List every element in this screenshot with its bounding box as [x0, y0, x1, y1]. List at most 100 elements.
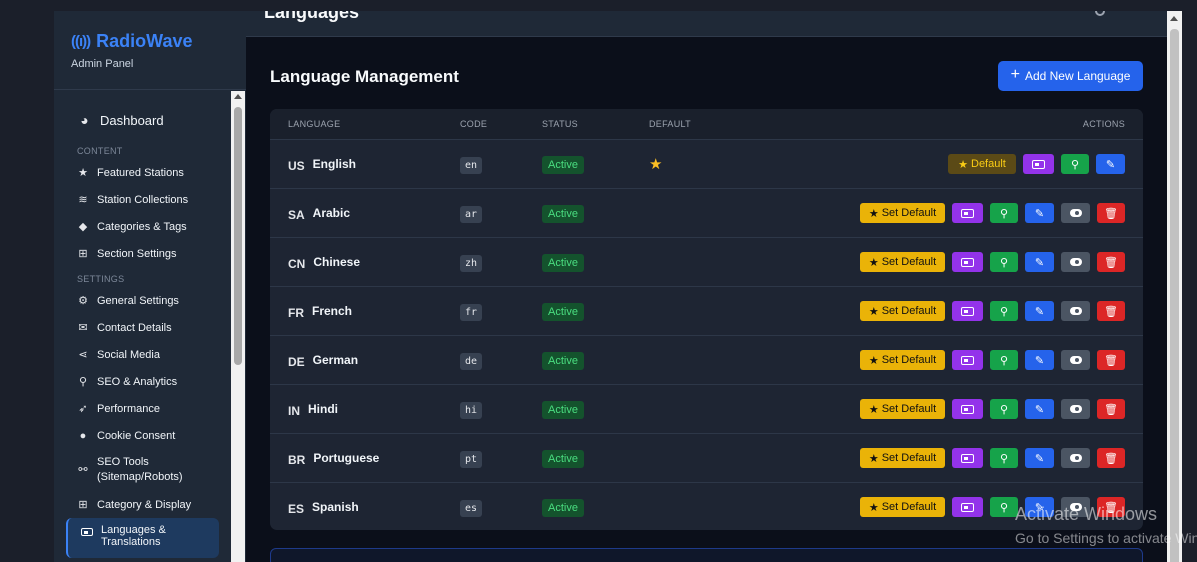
sidebar-item-label: Station Collections	[97, 193, 189, 206]
brand-title[interactable]: ((ı)) RadioWave	[71, 31, 246, 52]
sidebar-item-featured-stations[interactable]: ★ Featured Stations	[54, 159, 230, 186]
translations-button[interactable]	[952, 399, 983, 419]
seo-button[interactable]: ⚲	[990, 448, 1018, 468]
seo-button[interactable]: ⚲	[990, 203, 1018, 223]
delete-button[interactable]: 🗑	[1097, 252, 1125, 272]
delete-button[interactable]: 🗑	[1097, 301, 1125, 321]
translations-button[interactable]	[952, 203, 983, 223]
seo-button[interactable]: ⚲	[990, 350, 1018, 370]
set-default-button[interactable]: ★ Set Default	[860, 252, 945, 272]
status-cell: Active	[542, 449, 584, 468]
sidebar-item-languages-translations[interactable]: Languages & Translations	[66, 518, 219, 558]
set-default-button[interactable]: ★ Set Default	[860, 203, 945, 223]
translations-button[interactable]	[952, 497, 983, 517]
edit-button[interactable]: ✎	[1025, 301, 1054, 321]
search-icon: ⚲	[999, 354, 1009, 367]
flag-code: BR	[288, 452, 306, 467]
sidebar-item-performance[interactable]: ➶ Performance	[54, 395, 230, 422]
seo-button[interactable]: ⚲	[990, 252, 1018, 272]
sidebar-item-station-collections[interactable]: ≋ Station Collections	[54, 186, 230, 213]
set-default-button[interactable]: ★ Set Default	[860, 301, 945, 321]
brand: ((ı)) RadioWave Admin Panel	[54, 11, 246, 90]
sidebar-item-dashboard[interactable]: ◕ Dashboard	[54, 101, 230, 139]
user-menu-icon[interactable]	[1095, 11, 1105, 16]
sidebar-item-general-settings[interactable]: ⚙ General Settings	[54, 287, 230, 314]
scroll-thumb[interactable]	[234, 107, 242, 365]
translations-button[interactable]	[1023, 154, 1054, 174]
toggle-status-button[interactable]	[1061, 301, 1090, 321]
toggle-status-button[interactable]	[1061, 203, 1090, 223]
translations-button[interactable]	[952, 448, 983, 468]
set-default-label: Set Default	[881, 207, 937, 219]
sidebar-item-social-media[interactable]: ⋖ Social Media	[54, 341, 230, 368]
delete-button[interactable]: 🗑	[1097, 203, 1125, 223]
translations-button[interactable]	[952, 252, 983, 272]
sidebar: ((ı)) RadioWave Admin Panel ◕ Dashboard …	[54, 11, 246, 562]
scroll-up-arrow[interactable]	[1170, 16, 1178, 21]
page-scrollbar[interactable]	[1167, 11, 1182, 562]
translations-button[interactable]	[952, 301, 983, 321]
language-icon	[961, 453, 974, 463]
toggle-status-button[interactable]	[1061, 399, 1090, 419]
language-cell: ES Spanish	[288, 499, 359, 516]
label-line-1: SEO Tools	[97, 456, 149, 468]
delete-button[interactable]: 🗑	[1097, 448, 1125, 468]
scroll-thumb[interactable]	[1170, 29, 1179, 562]
row-actions: ★ Set Default ⚲ ✎ 🗑	[860, 252, 1125, 272]
toggle-status-button[interactable]	[1061, 448, 1090, 468]
seo-button[interactable]: ⚲	[990, 399, 1018, 419]
status-cell: Active	[542, 204, 584, 223]
language-icon	[961, 257, 974, 267]
sidebar-item-categories-tags[interactable]: ◆ Categories & Tags	[54, 213, 230, 240]
edit-button[interactable]: ✎	[1025, 203, 1054, 223]
language-icon	[961, 306, 974, 316]
sidebar-scrollbar[interactable]	[231, 91, 245, 562]
delete-button[interactable]: 🗑	[1097, 399, 1125, 419]
sidebar-item-label: General Settings	[97, 294, 179, 307]
default-label: Default	[971, 158, 1006, 170]
language-cell: IN Hindi	[288, 401, 338, 418]
sidebar-item-section-settings[interactable]: ⊞ Section Settings	[54, 240, 230, 267]
status-cell: Active	[542, 351, 584, 370]
row-actions: ★ Set Default ⚲ ✎ 🗑	[860, 448, 1125, 468]
sidebar-item-label: Section Settings	[97, 247, 177, 260]
brand-subtitle: Admin Panel	[71, 58, 134, 70]
sidebar-item-label: Categories & Tags	[97, 220, 187, 233]
edit-button[interactable]: ✎	[1025, 252, 1054, 272]
set-default-button[interactable]: ★ Set Default	[860, 399, 945, 419]
set-default-button[interactable]: ★ Set Default	[860, 497, 945, 517]
set-default-button[interactable]: ★ Set Default	[860, 448, 945, 468]
delete-button[interactable]: 🗑	[1097, 350, 1125, 370]
translations-button[interactable]	[952, 350, 983, 370]
seo-button[interactable]: ⚲	[990, 301, 1018, 321]
seo-button[interactable]: ⚲	[1061, 154, 1089, 174]
language-name: Chinese	[313, 255, 361, 269]
scroll-up-arrow[interactable]	[234, 94, 242, 99]
table-row: IN Hindi hi Active ★ Set Default ⚲ ✎ 🗑	[270, 384, 1143, 433]
language-code: hi	[460, 401, 483, 419]
edit-button[interactable]: ✎	[1096, 154, 1125, 174]
sidebar-item-seo-analytics[interactable]: ⚲ SEO & Analytics	[54, 368, 230, 395]
sidebar-item-category-display[interactable]: ⊞ Category & Display	[54, 491, 230, 518]
status-badge: Active	[542, 302, 584, 321]
sidebar-item-contact-details[interactable]: ✉ Contact Details	[54, 314, 230, 341]
edit-button[interactable]: ✎	[1025, 448, 1054, 468]
set-default-button[interactable]: ★ Set Default	[860, 350, 945, 370]
toggle-status-button[interactable]	[1061, 350, 1090, 370]
language-name: German	[312, 353, 359, 367]
edit-button[interactable]: ✎	[1025, 399, 1054, 419]
sidebar-item-cookie-consent[interactable]: ● Cookie Consent	[54, 422, 230, 449]
code-cell: es	[460, 498, 483, 517]
add-language-button[interactable]: + Add New Language	[998, 61, 1143, 91]
seo-button[interactable]: ⚲	[990, 497, 1018, 517]
star-icon: ★	[868, 501, 879, 514]
toggle-status-button[interactable]	[1061, 252, 1090, 272]
language-cell: CN Chinese	[288, 254, 360, 271]
edit-button[interactable]: ✎	[1025, 350, 1054, 370]
flag-code: FR	[288, 305, 304, 320]
code-cell: hi	[460, 400, 483, 419]
label-line-2: Translations	[101, 536, 161, 548]
language-icon	[961, 404, 974, 414]
table-row: SA Arabic ar Active ★ Set Default ⚲ ✎ 🗑	[270, 188, 1143, 237]
sidebar-item-seo-tools[interactable]: ⚯ SEO Tools (Sitemap/Robots)	[54, 449, 230, 491]
